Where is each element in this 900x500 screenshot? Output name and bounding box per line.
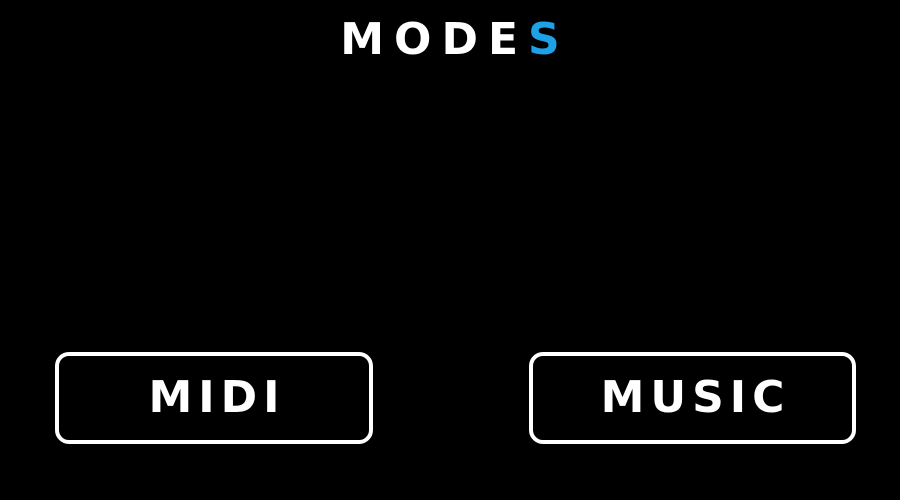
page-title-accent: S — [528, 14, 570, 65]
midi-mode-button[interactable]: MIDI — [55, 352, 373, 444]
midi-mode-label: MIDI — [148, 372, 286, 423]
page-title-main: MODE — [340, 14, 529, 65]
page-title: MODES — [0, 12, 900, 68]
music-mode-label: MUSIC — [600, 372, 791, 423]
music-mode-button[interactable]: MUSIC — [529, 352, 856, 444]
